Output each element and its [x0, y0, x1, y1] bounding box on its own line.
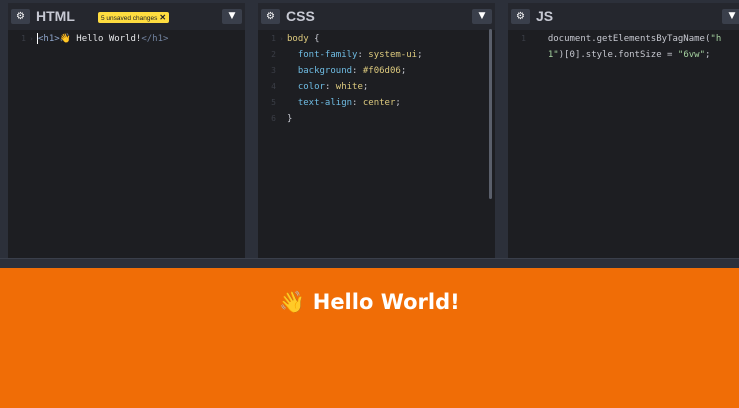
- code-line: 6 }: [258, 111, 495, 127]
- line-number: 1: [271, 34, 276, 43]
- unsaved-changes-badge[interactable]: 5 unsaved changes ✕: [98, 12, 170, 23]
- html-collapse-button[interactable]: ▼: [222, 9, 242, 24]
- editor-panels: ⚙ HTML 5 unsaved changes ✕ ▼ 1 › <h1>👋 Hell…: [0, 0, 739, 258]
- preview-resize-handle[interactable]: [0, 258, 739, 268]
- css-code-area[interactable]: 1 › body { 2 font-family: system-ui; 3 bac…: [258, 31, 495, 127]
- js-settings-button[interactable]: ⚙: [511, 9, 530, 24]
- line-number: 4: [271, 82, 276, 91]
- fold-arrow-icon[interactable]: ›: [276, 31, 287, 47]
- code-line: 3 background: #f06d06;: [258, 63, 495, 79]
- code-line: 2 font-family: system-ui;: [258, 47, 495, 63]
- chevron-down-icon: ▼: [478, 11, 486, 21]
- html-editor-pane: ⚙ HTML 5 unsaved changes ✕ ▼ 1 › <h1>👋 Hell…: [8, 0, 245, 258]
- html-pane-header: ⚙ HTML 5 unsaved changes ✕ ▼: [8, 0, 245, 30]
- css-collapse-button[interactable]: ▼: [472, 9, 492, 24]
- line-number: 6: [271, 114, 276, 123]
- vertical-scrollbar[interactable]: [489, 29, 492, 199]
- line-number: 3: [271, 66, 276, 75]
- close-icon[interactable]: ✕: [159, 13, 166, 22]
- code-line: 1 document.getElementsByTagName("h: [508, 31, 739, 47]
- chevron-down-icon: ▼: [228, 11, 236, 21]
- gear-icon: ⚙: [516, 11, 525, 22]
- js-code-area[interactable]: 1 document.getElementsByTagName("h 1")[0…: [508, 31, 739, 63]
- html-settings-button[interactable]: ⚙: [11, 9, 30, 24]
- code-line: 5 text-align: center;: [258, 95, 495, 111]
- code-line: 1 › <h1>👋 Hello World!</h1>: [8, 31, 245, 47]
- css-editor-pane: ⚙ CSS ▼ 1 › body { 2 font-family: system-u…: [258, 0, 495, 258]
- css-pane-title: CSS: [286, 8, 315, 24]
- css-settings-button[interactable]: ⚙: [261, 9, 280, 24]
- chevron-down-icon: ▼: [728, 11, 736, 21]
- js-pane-header: ⚙ JS ▼: [508, 0, 739, 30]
- code-line: 4 color: white;: [258, 79, 495, 95]
- html-pane-title: HTML: [36, 8, 75, 24]
- line-number: 1: [21, 34, 26, 43]
- html-code-area[interactable]: 1 › <h1>👋 Hello World!</h1>: [8, 31, 245, 47]
- line-number: 2: [271, 50, 276, 59]
- js-editor-pane: ⚙ JS ▼ 1 document.getElementsByTagName("…: [508, 0, 739, 258]
- gear-icon: ⚙: [266, 11, 275, 22]
- js-pane-title: JS: [536, 8, 554, 24]
- line-number: 1: [521, 34, 526, 43]
- css-pane-header: ⚙ CSS ▼: [258, 0, 495, 30]
- gear-icon: ⚙: [16, 11, 25, 22]
- line-number: 5: [271, 98, 276, 107]
- preview-heading: 👋 Hello World!: [279, 290, 460, 314]
- code-line: 1")[0].style.fontSize = "6vw";: [547, 50, 711, 60]
- js-collapse-button[interactable]: ▼: [722, 9, 739, 24]
- result-preview: 👋 Hello World!: [0, 268, 739, 408]
- fold-arrow-icon[interactable]: ›: [26, 31, 37, 47]
- code-line: 1 › body {: [258, 31, 495, 47]
